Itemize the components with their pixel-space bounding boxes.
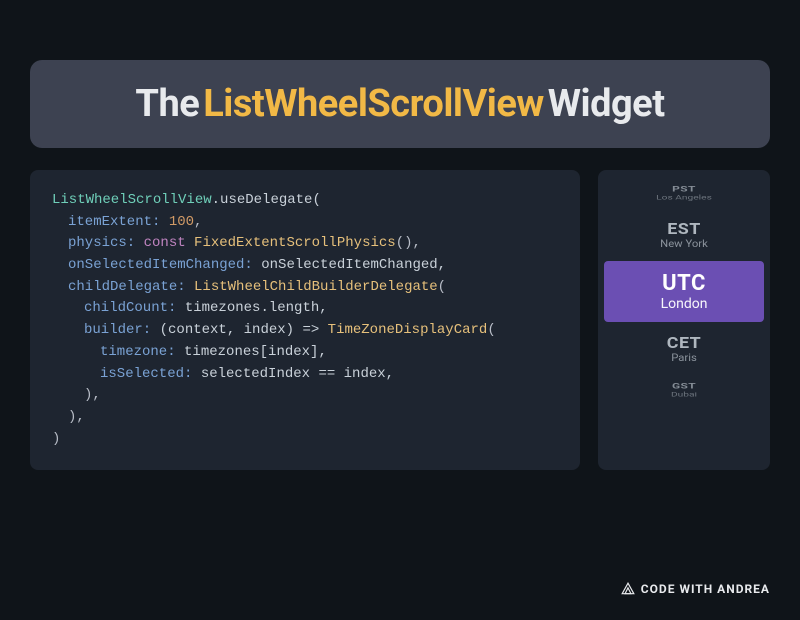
code-line: builder: (context, index) => TimeZoneDis… bbox=[52, 320, 558, 342]
code-panel: ListWheelScrollView.useDelegate( itemExt… bbox=[30, 170, 580, 470]
code-token: , bbox=[194, 214, 202, 230]
wheel-item[interactable]: GST Dubai bbox=[616, 378, 752, 401]
code-token: itemExtent: bbox=[68, 214, 160, 230]
code-token: childDelegate: bbox=[68, 279, 186, 295]
code-token: physics: bbox=[68, 235, 135, 251]
title-bar: The ListWheelScrollView Widget bbox=[30, 60, 770, 148]
code-token: const bbox=[144, 235, 186, 251]
code-token: 100 bbox=[169, 214, 194, 230]
code-token: onSelectedItemChanged: bbox=[68, 257, 253, 273]
code-line: ListWheelScrollView.useDelegate( bbox=[52, 190, 558, 212]
code-token: timezones[index], bbox=[184, 344, 327, 360]
title-word-3: Widget bbox=[548, 82, 665, 126]
timezone-abbr: CET bbox=[613, 333, 756, 352]
code-token: timezone: bbox=[100, 344, 176, 360]
code-line: ) bbox=[52, 429, 558, 451]
code-line: timezone: timezones[index], bbox=[52, 342, 558, 364]
code-token: ), bbox=[68, 409, 85, 425]
wheel-scroll-view[interactable]: PST Los Angeles EST New York UTC London … bbox=[598, 170, 770, 470]
code-token: ), bbox=[84, 387, 101, 403]
timezone-abbr: GST bbox=[619, 382, 748, 391]
wheel-item-selected[interactable]: UTC London bbox=[604, 261, 764, 322]
timezone-city: Paris bbox=[613, 352, 756, 363]
code-line: childDelegate: ListWheelChildBuilderDele… bbox=[52, 277, 558, 299]
code-token: ) bbox=[52, 431, 60, 447]
content-row: ListWheelScrollView.useDelegate( itemExt… bbox=[30, 170, 770, 470]
code-token: onSelectedItemChanged, bbox=[261, 257, 446, 273]
code-line: physics: const FixedExtentScrollPhysics(… bbox=[52, 233, 558, 255]
code-line: childCount: timezones.length, bbox=[52, 298, 558, 320]
code-token: TimeZoneDisplayCard bbox=[328, 322, 488, 338]
code-token: selectedIndex == index, bbox=[201, 366, 394, 382]
code-line: ), bbox=[52, 385, 558, 407]
code-token: .useDelegate( bbox=[212, 192, 321, 208]
timezone-abbr: EST bbox=[613, 219, 756, 238]
brand-logo: CODE WITH ANDREA bbox=[621, 582, 770, 596]
code-line: itemExtent: 100, bbox=[52, 212, 558, 234]
logo-icon bbox=[621, 582, 635, 596]
code-token: (), bbox=[396, 235, 421, 251]
timezone-city: Los Angeles bbox=[619, 194, 748, 202]
code-token: ListWheelChildBuilderDelegate bbox=[194, 279, 438, 295]
code-token: ( bbox=[487, 322, 495, 338]
wheel-item[interactable]: CET Paris bbox=[609, 328, 759, 368]
code-token: isSelected: bbox=[100, 366, 192, 382]
code-token: childCount: bbox=[84, 300, 176, 316]
timezone-abbr: UTC bbox=[608, 271, 760, 296]
code-token: (context, index) => bbox=[160, 322, 320, 338]
timezone-city: Dubai bbox=[619, 391, 748, 399]
code-line: onSelectedItemChanged: onSelectedItemCha… bbox=[52, 255, 558, 277]
timezone-city: London bbox=[608, 296, 760, 312]
wheel-item[interactable]: EST New York bbox=[609, 214, 759, 254]
brand-text: CODE WITH ANDREA bbox=[641, 582, 770, 596]
timezone-city: New York bbox=[613, 238, 756, 249]
title-word-2: ListWheelScrollView bbox=[203, 82, 544, 126]
code-line: isSelected: selectedIndex == index, bbox=[52, 364, 558, 386]
code-line: ), bbox=[52, 407, 558, 429]
code-token: builder: bbox=[84, 322, 151, 338]
code-token: ListWheelScrollView bbox=[52, 192, 212, 208]
title-word-1: The bbox=[135, 82, 199, 126]
timezone-abbr: PST bbox=[619, 185, 748, 194]
code-token: timezones.length, bbox=[185, 300, 328, 316]
code-token: FixedExtentScrollPhysics bbox=[194, 235, 396, 251]
code-token: ( bbox=[438, 279, 446, 295]
wheel-item[interactable]: PST Los Angeles bbox=[616, 181, 752, 204]
